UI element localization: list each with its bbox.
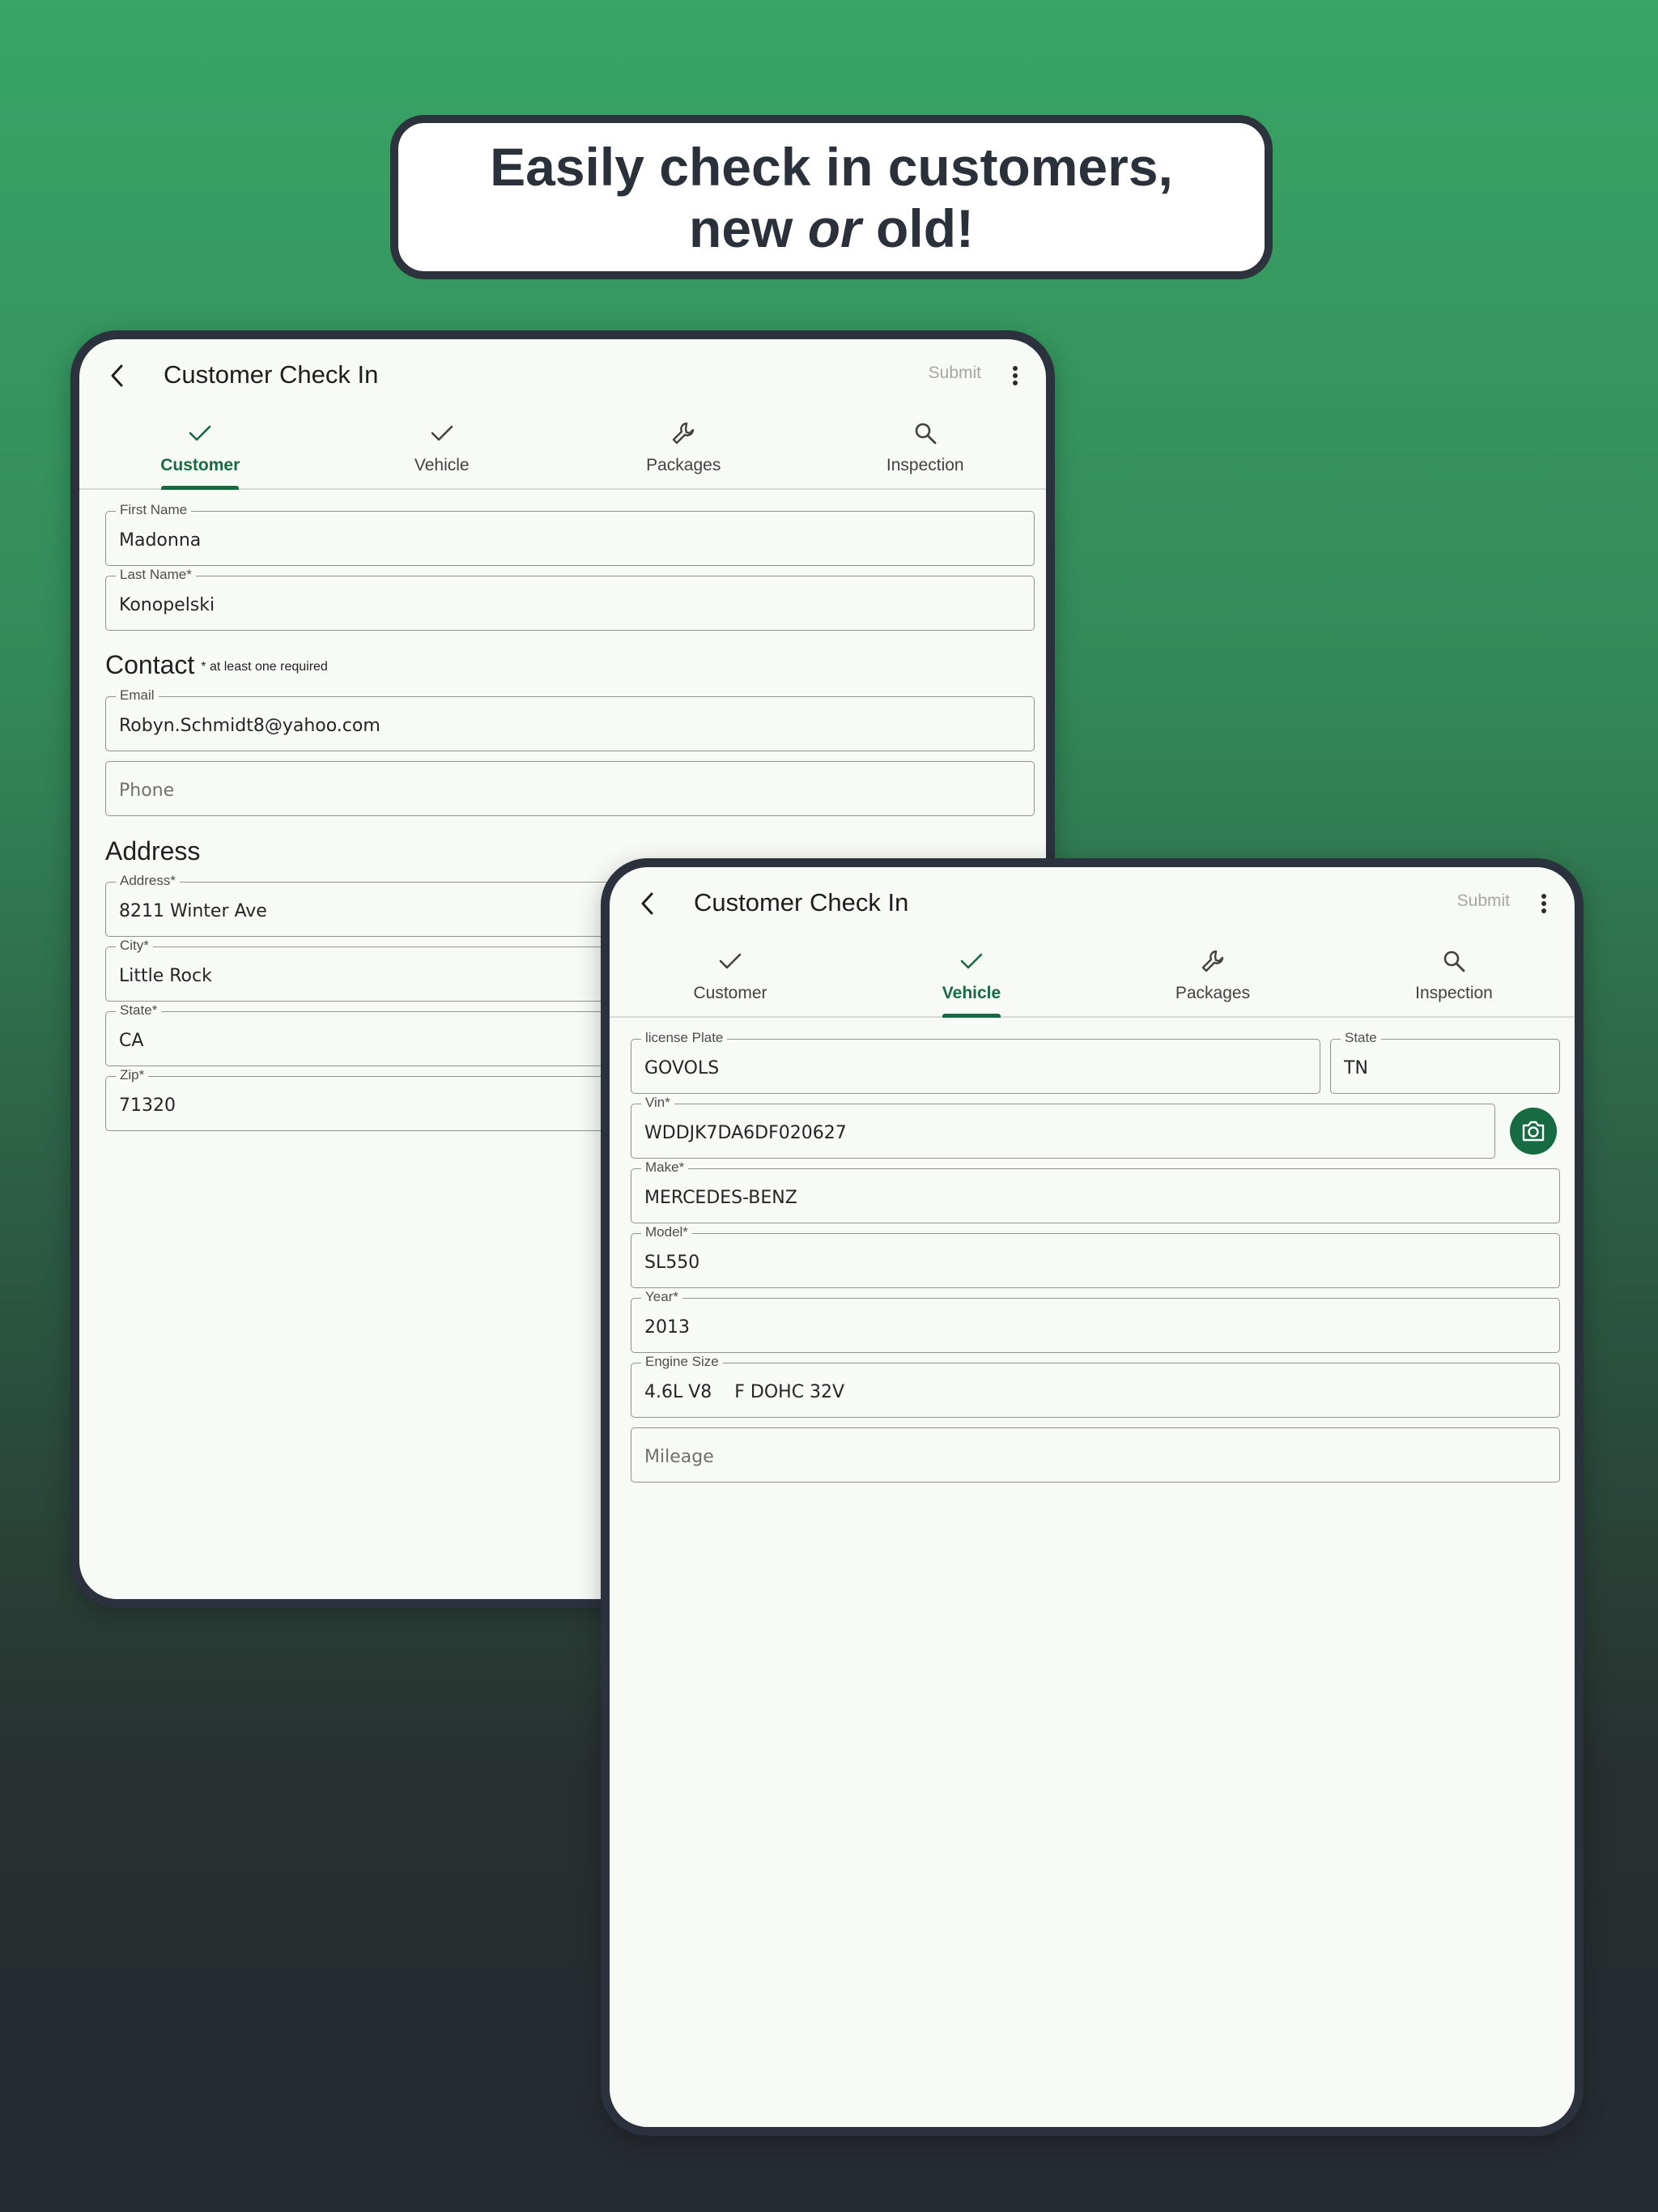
plate-state-field[interactable]: State	[1330, 1030, 1560, 1094]
app-bar: Customer Check In Submit	[610, 867, 1575, 940]
address-section-title: Address	[105, 836, 201, 866]
year-field[interactable]: Year*	[631, 1289, 1560, 1353]
headline-line-2-emphasis: or	[807, 198, 861, 258]
app-bar: Customer Check In Submit	[79, 339, 1046, 412]
last-name-field[interactable]: Last Name*	[105, 567, 1035, 631]
tab-vehicle-label: Vehicle	[414, 456, 470, 474]
check-icon	[431, 425, 453, 441]
submit-button[interactable]: Submit	[929, 364, 981, 383]
check-icon	[189, 425, 211, 441]
tab-packages-label: Packages	[646, 456, 721, 474]
tab-vehicle[interactable]: Vehicle	[321, 412, 563, 488]
step-tabs: Customer Vehicle Packages Inspection	[79, 412, 1046, 490]
search-icon	[1443, 951, 1465, 972]
tab-packages[interactable]: Packages	[563, 412, 805, 488]
phone-input[interactable]	[106, 762, 1034, 815]
submit-button[interactable]: Submit	[1457, 891, 1510, 911]
tab-active-indicator	[942, 1014, 1001, 1018]
scan-vin-button[interactable]	[1510, 1108, 1557, 1155]
model-input[interactable]	[631, 1234, 1559, 1287]
model-field[interactable]: Model*	[631, 1224, 1560, 1288]
tab-inspection-label: Inspection	[1415, 984, 1493, 1002]
tab-customer[interactable]: Customer	[79, 412, 321, 490]
email-field[interactable]: Email	[105, 687, 1035, 751]
more-options-button[interactable]	[1529, 887, 1558, 921]
headline-line-1: Easily check in customers,	[490, 136, 1173, 197]
email-input[interactable]	[106, 697, 1034, 751]
more-vert-icon	[1541, 894, 1546, 913]
tablet-vehicle-screen: Customer Check In Submit Customer Vehicl…	[601, 858, 1584, 2136]
tab-vehicle[interactable]: Vehicle	[851, 940, 1092, 1018]
first-name-field[interactable]: First Name	[105, 502, 1035, 566]
last-name-input[interactable]	[106, 576, 1034, 630]
engine-size-input[interactable]	[631, 1363, 1559, 1417]
tab-customer-label: Customer	[160, 456, 240, 474]
make-field[interactable]: Make*	[631, 1159, 1560, 1223]
camera-icon	[1522, 1121, 1545, 1142]
back-button[interactable]	[100, 359, 134, 393]
tab-customer-label: Customer	[693, 984, 767, 1002]
wrench-icon	[673, 422, 695, 445]
headline-line-2-pre: new	[689, 198, 808, 258]
make-input[interactable]	[631, 1169, 1559, 1223]
search-icon	[915, 423, 937, 445]
tab-vehicle-label: Vehicle	[942, 984, 1001, 1002]
headline-line-2: new or old!	[689, 198, 974, 259]
plate-state-input[interactable]	[1331, 1040, 1559, 1093]
tab-customer[interactable]: Customer	[610, 940, 851, 1016]
chevron-left-icon	[111, 364, 123, 387]
first-name-input[interactable]	[106, 512, 1034, 565]
more-options-button[interactable]	[1001, 359, 1030, 393]
tab-inspection[interactable]: Inspection	[1333, 940, 1575, 1016]
mileage-field[interactable]	[631, 1427, 1560, 1482]
license-plate-input[interactable]	[631, 1040, 1320, 1093]
back-button[interactable]	[631, 887, 665, 921]
year-input[interactable]	[631, 1299, 1559, 1352]
tab-packages[interactable]: Packages	[1092, 940, 1333, 1016]
phone-field[interactable]	[105, 761, 1035, 816]
more-vert-icon	[1013, 366, 1018, 385]
tab-active-indicator	[161, 486, 240, 490]
tab-inspection-label: Inspection	[886, 456, 964, 474]
check-icon	[719, 953, 742, 969]
contact-title-text: Contact	[105, 650, 195, 679]
license-plate-field[interactable]: license Plate	[631, 1030, 1320, 1094]
contact-required-note: * at least one required	[201, 659, 328, 674]
engine-size-field[interactable]: Engine Size	[631, 1354, 1560, 1418]
contact-section-title: Contact * at least one required	[105, 650, 328, 680]
page-title: Customer Check In	[694, 888, 909, 917]
vin-input[interactable]	[631, 1104, 1494, 1158]
wrench-icon	[1201, 950, 1224, 972]
mileage-input[interactable]	[631, 1428, 1559, 1482]
headline-line-2-post: old!	[861, 198, 974, 258]
tab-inspection[interactable]: Inspection	[805, 412, 1047, 488]
headline-banner: Easily check in customers, new or old!	[390, 115, 1273, 279]
page-title: Customer Check In	[164, 360, 379, 389]
step-tabs: Customer Vehicle Packages Inspection	[610, 940, 1575, 1018]
chevron-left-icon	[641, 892, 653, 915]
vin-field[interactable]: Vin*	[631, 1095, 1495, 1159]
check-icon	[960, 953, 983, 969]
tab-packages-label: Packages	[1175, 984, 1251, 1002]
